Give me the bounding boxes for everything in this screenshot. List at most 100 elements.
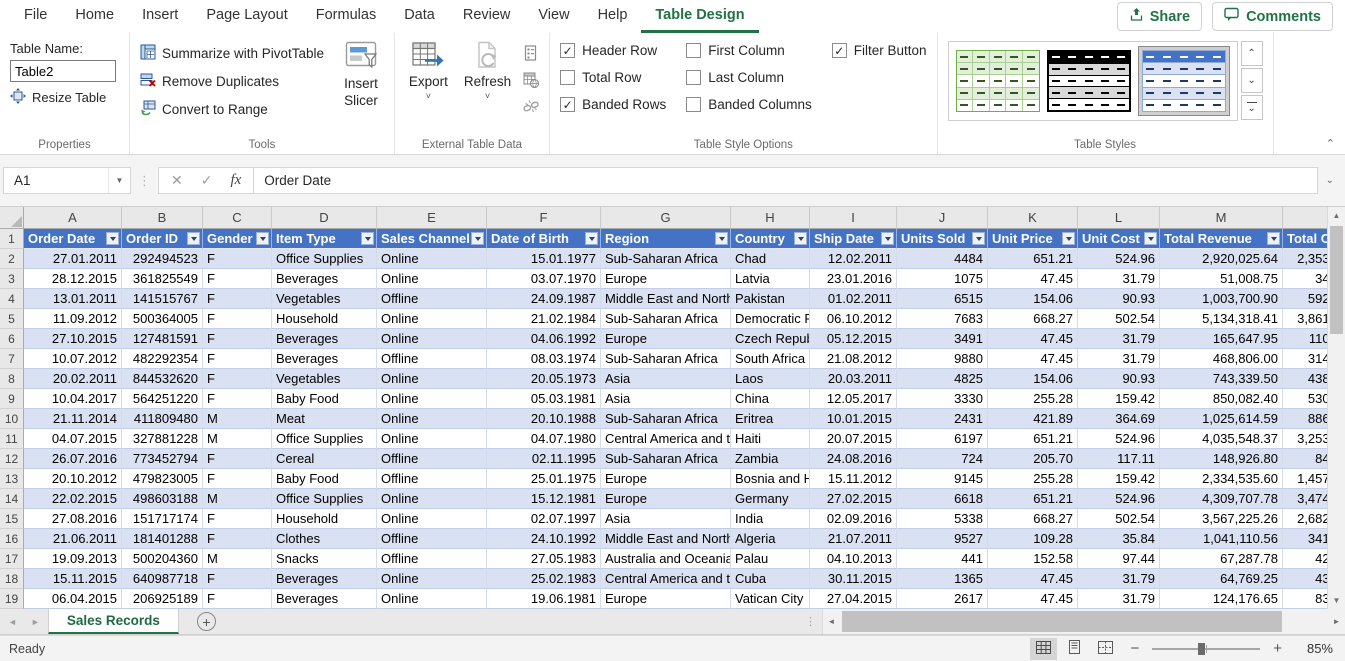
tab-help[interactable]: Help [584, 0, 642, 33]
table-cell[interactable]: 668.27 [988, 509, 1078, 529]
table-cell[interactable]: 27.10.2015 [24, 329, 122, 349]
table-cell[interactable]: M [203, 429, 272, 449]
table-cell[interactable]: 04.07.2015 [24, 429, 122, 449]
table-cell[interactable]: 9527 [897, 529, 988, 549]
row-number[interactable]: 3 [0, 269, 24, 289]
table-cell[interactable]: 47.45 [988, 329, 1078, 349]
table-cell[interactable]: 21.11.2014 [24, 409, 122, 429]
table-cell[interactable]: 35.84 [1078, 529, 1160, 549]
table-cell[interactable]: Household [272, 509, 377, 529]
table-cell[interactable]: 498603188 [122, 489, 203, 509]
table-cell[interactable]: 109.28 [988, 529, 1078, 549]
table-cell[interactable]: 524.96 [1078, 489, 1160, 509]
row-number[interactable]: 12 [0, 449, 24, 469]
new-sheet-button[interactable]: + [197, 612, 216, 631]
expand-formula-bar-chevron[interactable]: ⌄ [1318, 175, 1342, 186]
table-cell[interactable]: 31.79 [1078, 349, 1160, 369]
table-cell[interactable]: 15.12.1981 [487, 489, 601, 509]
table-cell[interactable]: 117.11 [1078, 449, 1160, 469]
table-cell[interactable]: 651.21 [988, 429, 1078, 449]
insert-slicer-button[interactable]: Insert Slicer [338, 41, 384, 136]
tab-data[interactable]: Data [390, 0, 449, 33]
scroll-up-icon[interactable]: ▲ [1328, 207, 1345, 224]
zoom-out-button[interactable]: − [1123, 640, 1146, 657]
column-header-J[interactable]: J [897, 207, 988, 229]
table-cell[interactable]: 2,920,025.64 [1160, 249, 1283, 269]
table-cell[interactable]: 651.21 [988, 489, 1078, 509]
table-cell[interactable]: 500204360 [122, 549, 203, 569]
table-cell[interactable]: Meat [272, 409, 377, 429]
table-cell[interactable]: 47.45 [988, 589, 1078, 609]
table-cell[interactable]: China [731, 389, 810, 409]
column-header-A[interactable]: A [24, 207, 122, 229]
table-cell[interactable]: Offline [377, 549, 487, 569]
table-cell[interactable]: 743,339.50 [1160, 369, 1283, 389]
table-cell[interactable]: 7683 [897, 309, 988, 329]
table-cell[interactable]: 19.06.1981 [487, 589, 601, 609]
table-cell[interactable]: 206925189 [122, 589, 203, 609]
row-number[interactable]: 11 [0, 429, 24, 449]
table-cell[interactable]: F [203, 249, 272, 269]
table-cell[interactable]: Zambia [731, 449, 810, 469]
table-cell[interactable]: 441 [897, 549, 988, 569]
table-cell[interactable]: Vatican City [731, 589, 810, 609]
table-cell[interactable]: Europe [601, 589, 731, 609]
table-cell[interactable]: Sub-Saharan Africa [601, 409, 731, 429]
collapse-ribbon-chevron[interactable]: ⌃ [1326, 137, 1335, 150]
zoom-in-button[interactable]: + [1266, 640, 1289, 657]
gallery-up-arrow[interactable]: ⌃ [1241, 41, 1263, 66]
refresh-dropdown-chevron[interactable]: ˅ [485, 91, 490, 101]
comments-button[interactable]: Comments [1212, 2, 1333, 31]
export-dropdown-chevron[interactable]: ˅ [426, 91, 431, 101]
table-cell[interactable]: 3330 [897, 389, 988, 409]
table-cell[interactable]: Sub-Saharan Africa [601, 249, 731, 269]
table-cell[interactable]: 05.03.1981 [487, 389, 601, 409]
table-cell[interactable]: 3,567,225.26 [1160, 509, 1283, 529]
checkbox-banded-columns[interactable]: Banded Columns [686, 97, 812, 112]
row-number[interactable]: 9 [0, 389, 24, 409]
table-cell[interactable]: 255.28 [988, 389, 1078, 409]
table-cell[interactable]: 22.02.2015 [24, 489, 122, 509]
table-cell[interactable]: 500364005 [122, 309, 203, 329]
filter-button[interactable] [471, 232, 484, 245]
table-cell[interactable]: Clothes [272, 529, 377, 549]
scroll-down-icon[interactable]: ▼ [1328, 592, 1345, 609]
filter-button[interactable] [794, 232, 807, 245]
table-cell[interactable]: 5338 [897, 509, 988, 529]
row-number[interactable]: 13 [0, 469, 24, 489]
table-header-cell[interactable]: Gender [203, 229, 272, 249]
table-cell[interactable]: 844532620 [122, 369, 203, 389]
table-cell[interactable]: 20.05.1973 [487, 369, 601, 389]
table-cell[interactable]: 13.01.2011 [24, 289, 122, 309]
table-cell[interactable]: 90.93 [1078, 369, 1160, 389]
table-cell[interactable]: 02.11.1995 [487, 449, 601, 469]
table-cell[interactable]: 15.11.2015 [24, 569, 122, 589]
row-number[interactable]: 2 [0, 249, 24, 269]
table-cell[interactable]: 51,008.75 [1160, 269, 1283, 289]
table-cell[interactable]: 47.45 [988, 269, 1078, 289]
table-cell[interactable]: Online [377, 489, 487, 509]
table-cell[interactable]: 27.02.2015 [810, 489, 897, 509]
row-number[interactable]: 16 [0, 529, 24, 549]
table-cell[interactable]: F [203, 329, 272, 349]
table-cell[interactable]: 1,025,614.59 [1160, 409, 1283, 429]
table-cell[interactable]: Europe [601, 489, 731, 509]
table-cell[interactable]: 5,134,318.41 [1160, 309, 1283, 329]
table-cell[interactable]: Online [377, 509, 487, 529]
table-cell[interactable]: 6515 [897, 289, 988, 309]
sheet-tab-sales-records[interactable]: Sales Records [48, 609, 179, 634]
table-cell[interactable]: M [203, 489, 272, 509]
table-cell[interactable]: 165,647.95 [1160, 329, 1283, 349]
table-cell[interactable]: F [203, 289, 272, 309]
table-header-cell[interactable]: Order Date [24, 229, 122, 249]
tab-table-design[interactable]: Table Design [641, 0, 758, 33]
checkbox-last-column[interactable]: Last Column [686, 70, 812, 85]
table-cell[interactable]: F [203, 369, 272, 389]
filter-button[interactable] [881, 232, 894, 245]
table-cell[interactable]: Europe [601, 469, 731, 489]
table-cell[interactable]: Asia [601, 509, 731, 529]
table-cell[interactable]: Central America and the Caribbean [601, 569, 731, 589]
filter-button[interactable] [187, 232, 200, 245]
insert-function-icon[interactable]: fx [230, 172, 241, 189]
gallery-more-button[interactable]: ⌄ [1241, 95, 1263, 120]
